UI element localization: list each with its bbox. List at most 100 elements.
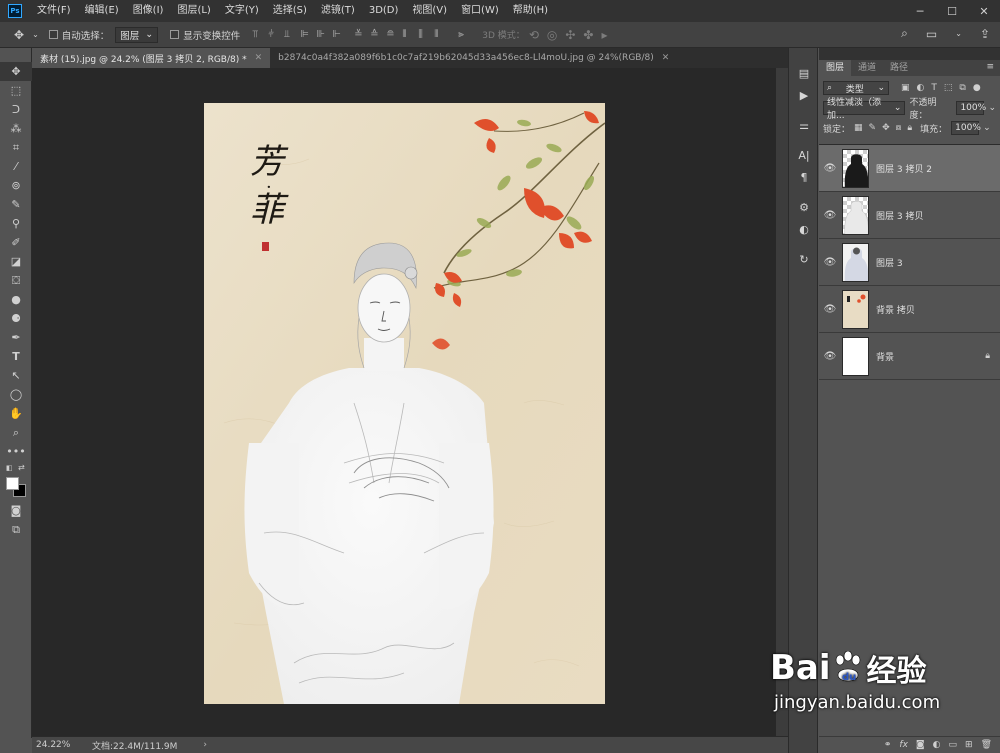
menu-3d[interactable]: 3D(D) xyxy=(362,0,406,22)
move-tool-preset-icon[interactable]: ✥ xyxy=(14,28,24,42)
dodge-tool-icon[interactable]: ⚈ xyxy=(0,309,32,328)
3d-scale-icon[interactable]: ▸ xyxy=(601,28,607,42)
close-icon[interactable]: ✕ xyxy=(255,53,263,63)
tab-document-1[interactable]: 素材 (15).jpg @ 24.2% (图层 3 拷贝 2, RGB/8) *… xyxy=(32,48,271,68)
search-icon[interactable]: ⌕ xyxy=(901,26,908,41)
menu-file[interactable]: 文件(F) xyxy=(30,0,78,22)
lock-transparent-icon[interactable]: ▦ xyxy=(854,123,863,133)
align-top-edges-icon[interactable]: ⫪ xyxy=(252,29,262,40)
layer-name[interactable]: 图层 3 拷贝 2 xyxy=(876,162,932,175)
panel-header[interactable] xyxy=(819,48,1000,60)
menu-type[interactable]: 文字(Y) xyxy=(218,0,266,22)
workspace-icon[interactable]: ▭ xyxy=(926,27,937,41)
mask-icon[interactable]: ◙ xyxy=(916,740,925,750)
link-icon[interactable]: ⚭ xyxy=(884,740,892,750)
layer-name[interactable]: 背景 xyxy=(876,350,894,363)
menu-select[interactable]: 选择(S) xyxy=(266,0,314,22)
blend-mode-dropdown[interactable]: 线性减淡（添加... ⌄ xyxy=(823,98,906,121)
align-right-edges-icon[interactable]: ⊩ xyxy=(332,29,342,40)
minimize-button[interactable]: ─ xyxy=(904,0,936,22)
adjustment-filter-icon[interactable]: ◐ xyxy=(917,83,925,93)
new-layer-icon[interactable]: ⊞ xyxy=(965,740,973,750)
distribute-hcenter-icon[interactable]: ⫼ xyxy=(418,29,428,40)
menu-view[interactable]: 视图(V) xyxy=(405,0,454,22)
layer-row[interactable]: 👁︎ 图层 3 拷贝 xyxy=(819,192,1000,239)
auto-select-target-dropdown[interactable]: 图层 ⌄ xyxy=(115,26,159,43)
paint-bucket-tool-icon[interactable]: ⛋ xyxy=(0,271,32,290)
3d-slide-icon[interactable]: ✤ xyxy=(583,28,593,42)
move-tool-icon[interactable]: ✥ xyxy=(0,62,32,81)
chevron-down-icon[interactable]: ⌄ xyxy=(983,123,991,133)
tab-document-2[interactable]: b2874c0a4f382a089f6b1c0c7af219b62045d33a… xyxy=(270,48,677,68)
history-icon[interactable]: ▤ xyxy=(789,62,819,84)
filter-toggle-icon[interactable]: ● xyxy=(973,83,981,93)
fill-input[interactable]: 100% xyxy=(951,121,981,135)
ellipse-tool-icon[interactable]: ◯ xyxy=(0,385,32,404)
layer-row[interactable]: 👁︎ 图层 3 拷贝 2 xyxy=(819,145,1000,192)
zoom-tool-icon[interactable]: ⌕ xyxy=(0,423,32,442)
visibility-eye-icon[interactable]: 👁︎ xyxy=(819,304,841,315)
folder-icon[interactable]: ▭ xyxy=(949,740,958,750)
filter-kind-dropdown[interactable]: ⌕ 类型 ⌄ xyxy=(823,81,889,95)
magic-wand-tool-icon[interactable]: ⁂ xyxy=(0,119,32,138)
layer-row[interactable]: 👁︎ 背景 🔒︎ xyxy=(819,333,1000,380)
panel-menu-icon[interactable]: ≡ xyxy=(986,62,994,72)
chevron-down-icon[interactable]: ⌄ xyxy=(32,30,39,39)
visibility-eye-icon[interactable]: 👁︎ xyxy=(819,257,841,268)
chevron-down-icon[interactable]: ⌄ xyxy=(988,103,996,113)
fx-icon[interactable]: fx xyxy=(899,740,908,750)
brush-tool-icon[interactable]: ✎ xyxy=(0,195,32,214)
shape-filter-icon[interactable]: ⬚ xyxy=(944,83,953,93)
lock-position-icon[interactable]: ✥ xyxy=(882,123,890,133)
align-bottom-edges-icon[interactable]: ⫫ xyxy=(284,29,294,40)
marquee-tool-icon[interactable]: ⬚ xyxy=(0,81,32,100)
adjustment-icon[interactable]: ◐ xyxy=(933,740,941,750)
distribute-right-icon[interactable]: ⫴ xyxy=(434,29,444,40)
zoom-level[interactable]: 24.22% xyxy=(32,740,82,750)
show-transform-checkbox[interactable] xyxy=(170,30,180,39)
menu-help[interactable]: 帮助(H) xyxy=(506,0,555,22)
layer-row[interactable]: 👁︎ 背景 拷贝 xyxy=(819,286,1000,333)
close-button[interactable]: ✕ xyxy=(968,0,1000,22)
document-canvas[interactable]: 芳 · 菲 xyxy=(204,103,605,704)
layer-name[interactable]: 背景 拷贝 xyxy=(876,303,915,316)
menu-image[interactable]: 图像(I) xyxy=(126,0,171,22)
type-filter-icon[interactable]: T xyxy=(931,83,937,93)
visibility-eye-icon[interactable]: 👁︎ xyxy=(819,351,841,362)
vertical-scrollbar[interactable] xyxy=(776,68,788,736)
status-menu-arrow[interactable]: › xyxy=(203,740,207,750)
lock-all-icon[interactable]: 🔒︎ xyxy=(907,123,912,133)
3d-orbit-icon[interactable]: ⟲ xyxy=(529,28,539,42)
auto-align-icon[interactable]: ⫸ xyxy=(458,29,468,40)
default-colors-icon[interactable]: ◧ xyxy=(6,464,13,472)
distribute-left-icon[interactable]: ⦀ xyxy=(402,29,412,40)
healing-brush-tool-icon[interactable]: ⊚ xyxy=(0,176,32,195)
opacity-input[interactable]: 100% xyxy=(956,101,986,115)
hand-tool-icon[interactable]: ✋ xyxy=(0,404,32,423)
smart-object-filter-icon[interactable]: ⧉ xyxy=(959,83,965,93)
stamp-tool-icon[interactable]: ⚲ xyxy=(0,214,32,233)
tab-channels[interactable]: 通道 xyxy=(851,60,883,76)
layer-name[interactable]: 图层 3 拷贝 xyxy=(876,209,923,222)
crop-tool-icon[interactable]: ⌗ xyxy=(0,138,32,157)
more-tools-icon[interactable]: ••• xyxy=(0,442,32,461)
visibility-eye-icon[interactable]: 👁︎ xyxy=(819,163,841,174)
share-icon[interactable]: ⇪ xyxy=(980,27,990,41)
lock-pixels-icon[interactable]: ✎ xyxy=(869,123,877,133)
3d-pan-icon[interactable]: ✣ xyxy=(565,28,575,42)
quick-mask-icon[interactable]: ◙ xyxy=(0,501,32,520)
layer-row[interactable]: 👁︎ 图层 3 xyxy=(819,239,1000,286)
foreground-color-swatch[interactable] xyxy=(6,477,19,490)
maximize-button[interactable]: ☐ xyxy=(936,0,968,22)
properties-icon[interactable]: ⚌ xyxy=(789,114,819,136)
path-selection-tool-icon[interactable]: ↖ xyxy=(0,366,32,385)
distribute-bottom-icon[interactable]: ≘ xyxy=(386,29,396,40)
pen-tool-icon[interactable]: ✒ xyxy=(0,328,32,347)
auto-select-checkbox[interactable] xyxy=(48,30,58,39)
eraser-tool-icon[interactable]: ◪ xyxy=(0,252,32,271)
distribute-center-icon[interactable]: ≙ xyxy=(370,29,380,40)
lasso-tool-icon[interactable]: ᑐ xyxy=(0,100,32,119)
menu-window[interactable]: 窗口(W) xyxy=(454,0,506,22)
toolbar-grip[interactable] xyxy=(0,48,31,62)
3d-roll-icon[interactable]: ◎ xyxy=(547,28,557,42)
